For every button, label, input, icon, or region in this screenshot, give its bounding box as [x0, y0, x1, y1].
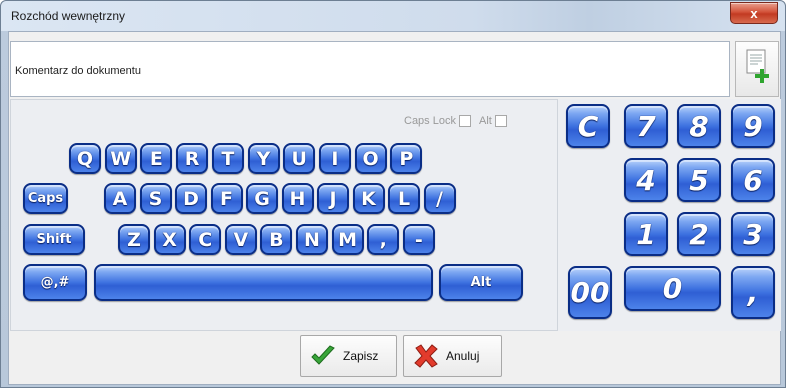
key-o[interactable]: O	[354, 143, 387, 174]
caps-lock-checkbox[interactable]	[458, 115, 471, 127]
key-n[interactable]: N	[296, 224, 328, 255]
key-v[interactable]: V	[224, 224, 257, 255]
key-m[interactable]: M	[331, 224, 364, 255]
key-a[interactable]: A	[104, 183, 136, 214]
numpad-key-comma[interactable]: ,	[731, 266, 775, 319]
numpad-key-c[interactable]: C	[566, 104, 610, 148]
key-h[interactable]: H	[281, 183, 314, 214]
key-f[interactable]: F	[210, 183, 243, 214]
key-caps[interactable]: Caps	[23, 183, 68, 214]
key-t[interactable]: T	[211, 143, 244, 174]
x-mark-icon	[414, 344, 438, 368]
key-j[interactable]: J	[317, 183, 349, 214]
window-title: Rozchód wewnętrzny	[11, 9, 126, 23]
key-p[interactable]: P	[390, 143, 423, 174]
numpad-key-2[interactable]: 2	[677, 212, 721, 256]
key-k[interactable]: K	[352, 183, 385, 214]
dialog-window: Rozchód wewnętrzny x Komentarz do dokume…	[0, 0, 786, 388]
key-r[interactable]: R	[176, 143, 209, 174]
key-w[interactable]: W	[104, 143, 137, 174]
modifier-indicators: Caps Lock Alt	[404, 115, 507, 127]
key-symbols[interactable]: @,#	[23, 264, 87, 301]
key-q[interactable]: Q	[69, 143, 101, 174]
alt-checkbox[interactable]	[494, 115, 507, 127]
numpad-key-4[interactable]: 4	[624, 158, 668, 202]
save-button[interactable]: Zapisz	[300, 335, 397, 377]
numpad-key-3[interactable]: 3	[731, 212, 775, 256]
cancel-label: Anuluj	[446, 349, 480, 363]
numpad-key-6[interactable]: 6	[731, 158, 775, 202]
numpad-key-0[interactable]: 0	[624, 266, 721, 311]
save-label: Zapisz	[343, 349, 379, 363]
key-c[interactable]: C	[189, 224, 222, 255]
numpad-key-5[interactable]: 5	[677, 158, 721, 202]
add-document-button[interactable]	[735, 41, 779, 97]
numpad-key-8[interactable]: 8	[677, 104, 721, 148]
key-l[interactable]: L	[388, 183, 420, 214]
key-minus[interactable]: -	[402, 224, 435, 255]
numpad-key-1[interactable]: 1	[624, 212, 668, 256]
numeric-keypad: C 7 8 9 4 5 6 1 2 3 00 0,	[557, 99, 781, 331]
numpad-key-7[interactable]: 7	[624, 104, 668, 148]
comment-field[interactable]: Komentarz do dokumentu	[10, 41, 730, 97]
key-alt[interactable]: Alt	[439, 264, 523, 301]
caps-lock-label: Caps Lock	[404, 115, 456, 127]
key-g[interactable]: G	[246, 183, 278, 214]
cancel-button[interactable]: Anuluj	[403, 335, 502, 377]
key-z[interactable]: Z	[118, 224, 150, 255]
numpad-key-00[interactable]: 00	[568, 266, 612, 319]
key-y[interactable]: Y	[247, 143, 280, 174]
key-b[interactable]: B	[260, 224, 293, 255]
key-s[interactable]: S	[139, 183, 172, 214]
key-i[interactable]: I	[318, 143, 351, 174]
key-shift[interactable]: Shift	[23, 224, 85, 255]
key-e[interactable]: E	[140, 143, 173, 174]
key-comma[interactable]: ,	[367, 224, 400, 255]
document-add-icon	[746, 49, 769, 83]
key-slash[interactable]: /	[423, 183, 456, 214]
key-u[interactable]: U	[283, 143, 316, 174]
title-bar[interactable]: Rozchód wewnętrzny x	[1, 1, 785, 31]
on-screen-keyboard: Caps Lock Alt C 7 8 9 4 5 6 1 2 3 00 0, QWERTYUIOPC…	[10, 99, 781, 331]
checkmark-icon	[311, 345, 335, 365]
dialog-body: Komentarz do dokumentu Caps Lock Alt C78…	[8, 31, 781, 385]
alt-label: Alt	[478, 115, 492, 127]
key-space[interactable]	[94, 264, 433, 301]
close-button[interactable]: x	[730, 2, 778, 24]
comment-placeholder: Komentarz do dokumentu	[15, 65, 141, 77]
numpad-key-9[interactable]: 9	[731, 104, 775, 148]
key-d[interactable]: D	[175, 183, 207, 214]
key-x[interactable]: X	[153, 224, 186, 255]
